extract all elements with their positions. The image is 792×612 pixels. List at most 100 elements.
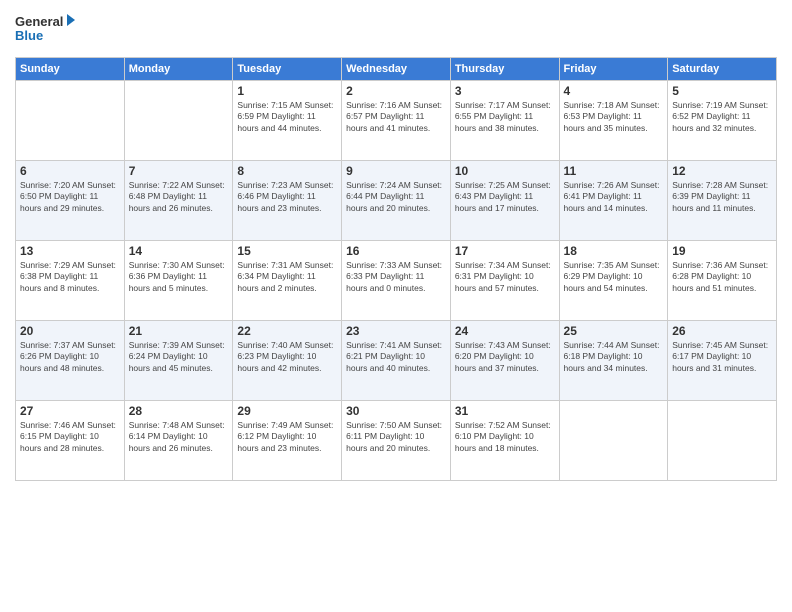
day-cell: 26Sunrise: 7:45 AM Sunset: 6:17 PM Dayli… [668,321,777,401]
day-number: 5 [672,84,772,98]
day-number: 2 [346,84,446,98]
day-cell: 23 Sunrise: 7:41 AM Sunset: 6:21 PM Dayli… [342,321,451,401]
col-header-monday: Monday [124,58,233,81]
day-info: Sunrise: 7:20 AM Sunset: 6:50 PM Dayligh… [20,180,120,214]
day-cell: 5 Sunrise: 7:19 AM Sunset: 6:52 PM Daylig… [668,81,777,161]
day-number: 10 [455,164,555,178]
day-cell: 22 Sunrise: 7:40 AM Sunset: 6:23 PM Dayli… [233,321,342,401]
day-number: 20 [20,324,120,338]
day-number: 19 [672,244,772,258]
week-row-3: 13 Sunrise: 7:29 AM Sunset: 6:38 PM Dayli… [16,241,777,321]
day-info: Sunrise: 7:18 AM Sunset: 6:53 PM Dayligh… [564,100,664,134]
week-row-1: 1 Sunrise: 7:15 AM Sunset: 6:59 PM Daylig… [16,81,777,161]
day-info: Sunrise: 7:36 AM Sunset: 6:28 PM Dayligh… [672,260,772,294]
day-cell: 19 Sunrise: 7:36 AM Sunset: 6:28 PM Dayli… [668,241,777,321]
day-info: Sunrise: 7:34 AM Sunset: 6:31 PM Dayligh… [455,260,555,294]
day-cell: 21Sunrise: 7:39 AM Sunset: 6:24 PM Dayli… [124,321,233,401]
day-cell: 14Sunrise: 7:30 AM Sunset: 6:36 PM Dayli… [124,241,233,321]
day-number: 3 [455,84,555,98]
day-cell [16,81,125,161]
day-number: 8 [237,164,337,178]
day-cell: 10 Sunrise: 7:25 AM Sunset: 6:43 PM Dayli… [450,161,559,241]
day-number: 28 [129,404,229,418]
day-info: Sunrise: 7:35 AM Sunset: 6:29 PM Dayligh… [564,260,664,294]
day-cell: 24 Sunrise: 7:43 AM Sunset: 6:20 PM Dayli… [450,321,559,401]
day-number: 15 [237,244,337,258]
logo: General Blue [15,10,75,51]
day-info: Sunrise: 7:50 AM Sunset: 6:11 PM Dayligh… [346,420,446,454]
day-cell: 4 Sunrise: 7:18 AM Sunset: 6:53 PM Daylig… [559,81,668,161]
day-info: Sunrise: 7:37 AM Sunset: 6:26 PM Dayligh… [20,340,120,374]
day-info: Sunrise: 7:44 AM Sunset: 6:18 PM Dayligh… [564,340,664,374]
day-number: 16 [346,244,446,258]
day-number: 21 [129,324,229,338]
day-number: 4 [564,84,664,98]
col-header-tuesday: Tuesday [233,58,342,81]
day-info: Sunrise: 7:17 AM Sunset: 6:55 PM Dayligh… [455,100,555,134]
day-number: 27 [20,404,120,418]
col-header-saturday: Saturday [668,58,777,81]
day-cell: 1 Sunrise: 7:15 AM Sunset: 6:59 PM Daylig… [233,81,342,161]
header: General Blue [15,10,777,51]
day-info: Sunrise: 7:28 AM Sunset: 6:39 PM Dayligh… [672,180,772,214]
day-info: Sunrise: 7:25 AM Sunset: 6:43 PM Dayligh… [455,180,555,214]
day-cell: 11 Sunrise: 7:26 AM Sunset: 6:41 PM Dayli… [559,161,668,241]
day-cell: 28Sunrise: 7:48 AM Sunset: 6:14 PM Dayli… [124,401,233,481]
day-info: Sunrise: 7:29 AM Sunset: 6:38 PM Dayligh… [20,260,120,294]
day-cell: 7 Sunrise: 7:22 AM Sunset: 6:48 PM Daylig… [124,161,233,241]
day-info: Sunrise: 7:22 AM Sunset: 6:48 PM Dayligh… [129,180,229,214]
day-cell: 3 Sunrise: 7:17 AM Sunset: 6:55 PM Daylig… [450,81,559,161]
col-header-thursday: Thursday [450,58,559,81]
svg-text:Blue: Blue [15,28,43,43]
day-info: Sunrise: 7:15 AM Sunset: 6:59 PM Dayligh… [237,100,337,134]
col-header-friday: Friday [559,58,668,81]
day-cell: 18 Sunrise: 7:35 AM Sunset: 6:29 PM Dayli… [559,241,668,321]
day-cell: 27Sunrise: 7:46 AM Sunset: 6:15 PM Dayli… [16,401,125,481]
day-cell: 9Sunrise: 7:24 AM Sunset: 6:44 PM Daylig… [342,161,451,241]
day-cell: 30Sunrise: 7:50 AM Sunset: 6:11 PM Dayli… [342,401,451,481]
day-cell: 15 Sunrise: 7:31 AM Sunset: 6:34 PM Dayli… [233,241,342,321]
day-number: 25 [564,324,664,338]
week-row-4: 20 Sunrise: 7:37 AM Sunset: 6:26 PM Dayli… [16,321,777,401]
day-cell: 20 Sunrise: 7:37 AM Sunset: 6:26 PM Dayli… [16,321,125,401]
day-info: Sunrise: 7:52 AM Sunset: 6:10 PM Dayligh… [455,420,555,454]
day-number: 22 [237,324,337,338]
day-number: 12 [672,164,772,178]
day-info: Sunrise: 7:19 AM Sunset: 6:52 PM Dayligh… [672,100,772,134]
day-info: Sunrise: 7:43 AM Sunset: 6:20 PM Dayligh… [455,340,555,374]
day-info: Sunrise: 7:31 AM Sunset: 6:34 PM Dayligh… [237,260,337,294]
day-number: 6 [20,164,120,178]
day-cell: 6 Sunrise: 7:20 AM Sunset: 6:50 PM Daylig… [16,161,125,241]
day-info: Sunrise: 7:23 AM Sunset: 6:46 PM Dayligh… [237,180,337,214]
day-cell [668,401,777,481]
day-info: Sunrise: 7:16 AM Sunset: 6:57 PM Dayligh… [346,100,446,134]
day-number: 11 [564,164,664,178]
day-number: 13 [20,244,120,258]
header-row: SundayMondayTuesdayWednesdayThursdayFrid… [16,58,777,81]
day-info: Sunrise: 7:41 AM Sunset: 6:21 PM Dayligh… [346,340,446,374]
day-number: 23 [346,324,446,338]
week-row-2: 6 Sunrise: 7:20 AM Sunset: 6:50 PM Daylig… [16,161,777,241]
day-cell [559,401,668,481]
day-cell: 29Sunrise: 7:49 AM Sunset: 6:12 PM Dayli… [233,401,342,481]
day-info: Sunrise: 7:26 AM Sunset: 6:41 PM Dayligh… [564,180,664,214]
day-info: Sunrise: 7:40 AM Sunset: 6:23 PM Dayligh… [237,340,337,374]
day-number: 18 [564,244,664,258]
day-info: Sunrise: 7:33 AM Sunset: 6:33 PM Dayligh… [346,260,446,294]
col-header-wednesday: Wednesday [342,58,451,81]
day-number: 24 [455,324,555,338]
day-number: 1 [237,84,337,98]
day-cell: 16 Sunrise: 7:33 AM Sunset: 6:33 PM Dayli… [342,241,451,321]
col-header-sunday: Sunday [16,58,125,81]
day-cell: 8 Sunrise: 7:23 AM Sunset: 6:46 PM Daylig… [233,161,342,241]
day-number: 29 [237,404,337,418]
day-number: 7 [129,164,229,178]
day-info: Sunrise: 7:24 AM Sunset: 6:44 PM Dayligh… [346,180,446,214]
day-cell [124,81,233,161]
day-number: 17 [455,244,555,258]
calendar-table: SundayMondayTuesdayWednesdayThursdayFrid… [15,57,777,481]
day-number: 26 [672,324,772,338]
day-cell: 31 Sunrise: 7:52 AM Sunset: 6:10 PM Dayli… [450,401,559,481]
day-number: 31 [455,404,555,418]
day-cell: 2 Sunrise: 7:16 AM Sunset: 6:57 PM Daylig… [342,81,451,161]
